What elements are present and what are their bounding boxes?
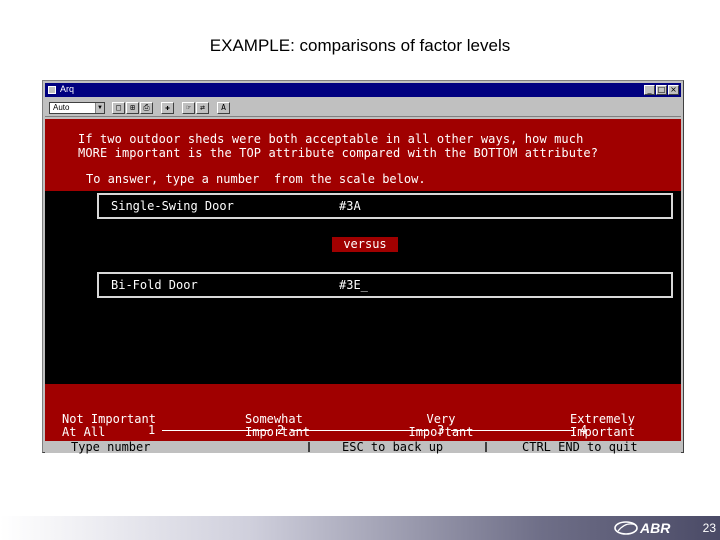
top-attribute-name: Single-Swing Door bbox=[111, 199, 234, 213]
slide-footer: ABR 23 bbox=[0, 516, 720, 540]
background-icon[interactable]: ⇄ bbox=[196, 102, 209, 114]
chevron-down-icon[interactable]: ▼ bbox=[95, 103, 104, 113]
scale-number-1: 1 bbox=[148, 423, 156, 437]
copy-icon[interactable]: ⊞ bbox=[126, 102, 139, 114]
slide-title: EXAMPLE: comparisons of factor levels bbox=[209, 36, 511, 55]
question-line-2: MORE important is the TOP attribute comp… bbox=[78, 146, 599, 160]
arq-window: Arq _ □ × Auto ▼ □ ⊞ ⎙ ✚ ☞ ⇄ A If two ou… bbox=[42, 80, 684, 453]
status-quit-hint: CTRL END to quit bbox=[522, 440, 638, 454]
status-back-hint: ESC to back up bbox=[342, 440, 444, 454]
status-type-number: Type number bbox=[71, 440, 151, 454]
window-title: Arq bbox=[60, 84, 75, 94]
question-line-1: If two outdoor sheds were both acceptabl… bbox=[78, 132, 584, 146]
maximize-button[interactable]: □ bbox=[656, 85, 667, 95]
page-number: 23 bbox=[702, 521, 716, 535]
close-button[interactable]: × bbox=[668, 85, 679, 95]
top-attribute-box: Single-Swing Door #3A bbox=[97, 193, 673, 219]
question-panel: If two outdoor sheds were both acceptabl… bbox=[45, 119, 681, 191]
status-separator bbox=[308, 442, 310, 452]
top-attribute-code: #3A bbox=[339, 199, 361, 213]
window-mode-icon[interactable]: □ bbox=[112, 102, 125, 114]
bottom-attribute-name: Bi-Fold Door bbox=[111, 278, 198, 292]
font-select-value: Auto bbox=[53, 103, 70, 112]
font-icon[interactable]: A bbox=[217, 102, 230, 114]
properties-icon[interactable]: ☞ bbox=[182, 102, 195, 114]
logo-text: ABR bbox=[639, 520, 671, 536]
scale-number-3: 3 bbox=[437, 423, 445, 437]
dos-screen[interactable]: If two outdoor sheds were both acceptabl… bbox=[45, 119, 681, 453]
minimize-button[interactable]: _ bbox=[644, 85, 655, 95]
window-titlebar[interactable]: Arq _ □ × bbox=[45, 83, 681, 97]
fullscreen-icon[interactable]: ✚ bbox=[161, 102, 174, 114]
instruction-text: To answer, type a number from the scale … bbox=[86, 172, 426, 186]
rating-scale: Not Important At All Somewhat Important Ve… bbox=[45, 384, 681, 441]
bottom-attribute-box: Bi-Fold Door #3E_ bbox=[97, 272, 673, 298]
versus-label: versus bbox=[332, 237, 398, 252]
abr-logo: ABR bbox=[614, 520, 671, 536]
print-icon[interactable]: ⎙ bbox=[140, 102, 153, 114]
scale-number-4: 4 bbox=[580, 423, 588, 437]
scale-line-2 bbox=[291, 430, 429, 431]
scale-line-1 bbox=[162, 430, 270, 431]
scale-line-3 bbox=[451, 430, 573, 431]
scale-number-2: 2 bbox=[277, 423, 285, 437]
font-select[interactable]: Auto ▼ bbox=[49, 102, 105, 114]
bottom-attribute-code: #3E_ bbox=[339, 278, 368, 292]
status-bar: Type number ESC to back up CTRL END to q… bbox=[45, 441, 681, 453]
status-separator bbox=[485, 442, 487, 452]
app-icon[interactable] bbox=[48, 86, 56, 94]
toolbar: Auto ▼ □ ⊞ ⎙ ✚ ☞ ⇄ A bbox=[45, 99, 681, 117]
